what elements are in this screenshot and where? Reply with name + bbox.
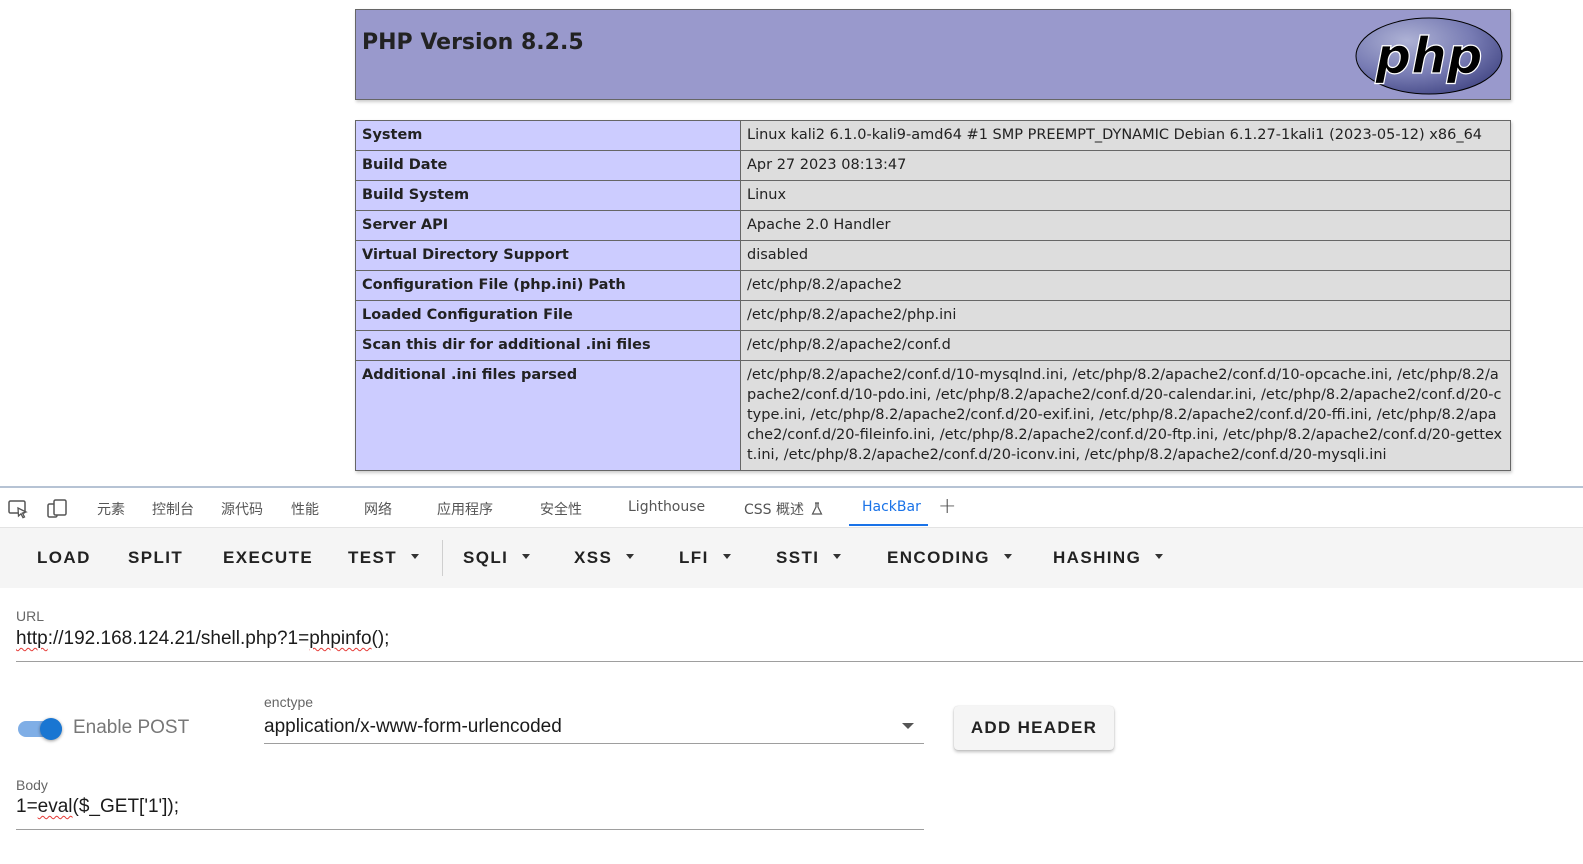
body-label: Body: [16, 777, 48, 793]
device-toolbar-icon[interactable]: [46, 498, 68, 520]
info-key: Scan this dir for additional .ini files: [355, 330, 741, 361]
sqli-caret-icon: [522, 554, 531, 560]
info-row: Build Date Apr 27 2023 08:13:47: [355, 150, 1511, 181]
enable-post-label: Enable POST: [73, 717, 190, 738]
xss-caret-icon: [626, 554, 635, 560]
tab-elements[interactable]: 元素: [97, 499, 125, 519]
info-key: System: [355, 120, 741, 151]
body-underline: [16, 829, 924, 830]
tab-hackbar[interactable]: HackBar: [862, 499, 921, 515]
xss-menu-label: XSS: [574, 548, 613, 567]
url-label: URL: [16, 608, 45, 624]
phpinfo-table: System Linux kali2 6.1.0-kali9-amd64 #1 S…: [355, 120, 1511, 471]
info-row: Scan this dir for additional .ini files /…: [355, 330, 1511, 361]
tab-lighthouse[interactable]: Lighthouse: [628, 499, 705, 515]
encoding-menu-label: ENCODING: [887, 548, 990, 567]
info-row: Loaded Configuration File/etc/php/8.2/ap…: [355, 300, 1511, 331]
body-part-func: eval: [37, 796, 73, 817]
enctype-dropdown-icon[interactable]: [902, 723, 914, 729]
hackbar-toolbar: LOAD SPLIT EXECUTE TEST SQLI XSS LFI SST…: [0, 528, 1583, 588]
url-part-scheme: http: [16, 628, 48, 649]
lfi-menu-label: LFI: [679, 548, 709, 567]
info-value: /etc/php/8.2/apache2: [740, 270, 1511, 301]
url-input[interactable]: http://192.168.124.21/shell.php?1=phpinf…: [16, 628, 389, 650]
sqli-menu-label: SQLI: [463, 548, 509, 567]
experiment-flask-icon: [811, 502, 823, 515]
url-part-tail: ();: [371, 628, 390, 649]
info-key: Virtual Directory Support: [355, 240, 741, 271]
body-part-tail: ($_GET['1']);: [72, 796, 180, 817]
lfi-caret-icon: [722, 554, 731, 560]
add-header-button[interactable]: ADD HEADER: [954, 706, 1114, 750]
split-button[interactable]: SPLIT: [128, 548, 183, 568]
tab-css-overview[interactable]: CSS 概述: [744, 499, 823, 519]
lfi-menu-button[interactable]: LFI: [679, 548, 731, 568]
body-part-key: 1=: [16, 796, 38, 817]
enable-post-toggle[interactable]: [18, 718, 66, 742]
load-button[interactable]: LOAD: [37, 548, 91, 568]
toolbar-divider: [442, 540, 443, 576]
info-value: /etc/php/8.2/apache2/conf.d/10-mysqlnd.i…: [740, 360, 1511, 471]
enctype-underline: [264, 743, 924, 744]
info-value: /etc/php/8.2/apache2/conf.d: [740, 330, 1511, 361]
toggle-knob: [40, 718, 62, 740]
info-row: Configuration File (php.ini) Path/etc/ph…: [355, 270, 1511, 301]
php-version-header: PHP Version 8.2.5 php: [355, 9, 1511, 100]
ssti-caret-icon: [833, 554, 842, 560]
info-key: Additional .ini files parsed: [355, 360, 741, 471]
url-underline: [16, 661, 1583, 662]
url-part-func: phpinfo: [309, 628, 372, 649]
php-version-title: PHP Version 8.2.5: [362, 30, 584, 55]
xss-menu-button[interactable]: XSS: [574, 548, 635, 568]
tab-application[interactable]: 应用程序: [437, 499, 493, 519]
hashing-menu-label: HASHING: [1053, 548, 1142, 567]
info-row: System Linux kali2 6.1.0-kali9-amd64 #1 S…: [355, 120, 1511, 151]
tab-performance[interactable]: 性能: [291, 499, 319, 519]
encoding-menu-button[interactable]: ENCODING: [887, 548, 1012, 568]
active-tab-indicator: [849, 524, 928, 526]
tab-network[interactable]: 网络: [364, 499, 392, 519]
info-row: Additional .ini files parsed/etc/php/8.2…: [355, 360, 1511, 471]
tab-sources[interactable]: 源代码: [221, 499, 263, 519]
info-key: Server API: [355, 210, 741, 241]
info-key: Build Date: [355, 150, 741, 181]
devtools-tabbar: 元素 控制台 源代码 性能 网络 应用程序 安全性 Lighthouse CSS…: [0, 488, 1583, 528]
phpinfo-page: PHP Version 8.2.5 php System Linux kali2 …: [0, 0, 1583, 486]
test-menu-label: TEST: [348, 548, 398, 567]
ssti-menu-label: SSTI: [776, 548, 820, 567]
info-value: Linux: [740, 180, 1511, 211]
inspect-element-icon[interactable]: [7, 498, 29, 520]
url-part-host: ://192.168.124.21/shell.php?1=: [47, 628, 310, 649]
info-row: Server API Apache 2.0 Handler: [355, 210, 1511, 241]
php-logo-icon: php: [1355, 17, 1503, 95]
php-logo-text: php: [1374, 27, 1482, 85]
info-value: Apr 27 2023 08:13:47: [740, 150, 1511, 181]
info-value: Linux kali2 6.1.0-kali9-amd64 #1 SMP PRE…: [740, 120, 1511, 151]
tab-console[interactable]: 控制台: [152, 499, 194, 519]
add-tab-plus-icon[interactable]: +: [938, 494, 956, 519]
devtools-panel: 元素 控制台 源代码 性能 网络 应用程序 安全性 Lighthouse CSS…: [0, 486, 1583, 864]
hashing-menu-button[interactable]: HASHING: [1053, 548, 1164, 568]
execute-button[interactable]: EXECUTE: [223, 548, 313, 568]
test-caret-icon: [411, 554, 420, 560]
info-key: Loaded Configuration File: [355, 300, 741, 331]
test-menu-button[interactable]: TEST: [348, 548, 420, 568]
enctype-select[interactable]: application/x-www-form-urlencoded: [264, 716, 562, 738]
info-value: /etc/php/8.2/apache2/php.ini: [740, 300, 1511, 331]
sqli-menu-button[interactable]: SQLI: [463, 548, 531, 568]
hashing-caret-icon: [1155, 554, 1164, 560]
info-row: Build System Linux: [355, 180, 1511, 211]
ssti-menu-button[interactable]: SSTI: [776, 548, 842, 568]
encoding-caret-icon: [1003, 554, 1012, 560]
info-row: Virtual Directory Support disabled: [355, 240, 1511, 271]
body-input[interactable]: 1=eval($_GET['1']);: [16, 796, 179, 818]
info-value: disabled: [740, 240, 1511, 271]
info-key: Configuration File (php.ini) Path: [355, 270, 741, 301]
info-value: Apache 2.0 Handler: [740, 210, 1511, 241]
tab-security[interactable]: 安全性: [540, 499, 582, 519]
enctype-label: enctype: [264, 694, 314, 710]
info-key: Build System: [355, 180, 741, 211]
tab-css-overview-label: CSS 概述: [744, 502, 804, 518]
